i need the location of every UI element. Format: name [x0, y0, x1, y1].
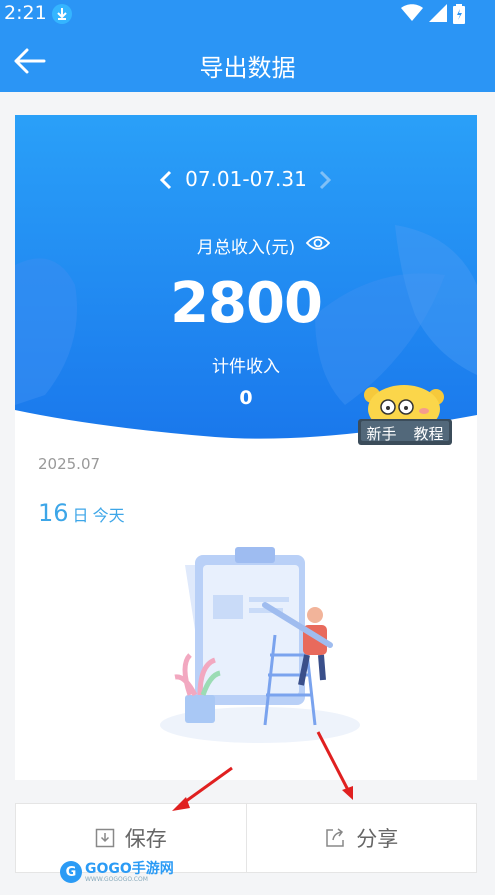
share-icon — [326, 828, 344, 847]
status-bar: 2:21 — [0, 0, 495, 30]
piecework-label: 计件收入 — [212, 357, 280, 377]
watermark: G GOGO手游网 WWW.GOGOGO.COM — [60, 861, 174, 883]
month-income-label: 月总收入(元) — [196, 238, 296, 258]
export-card: 07.01-07.31 月总收入(元) 2800 计件收入 0 新手 教程 20… — [15, 115, 477, 780]
day-unit: 日 — [72, 506, 89, 525]
wifi-icon — [401, 4, 423, 21]
day-row: 16 日今天 — [38, 499, 125, 527]
day-number: 16 — [38, 499, 69, 527]
tutorial-left-label: 新手 — [366, 425, 397, 443]
record-date: 2025.07 — [38, 455, 101, 473]
eye-icon[interactable] — [306, 235, 330, 251]
watermark-logo-icon: G — [60, 861, 82, 883]
save-label: 保存 — [124, 827, 167, 851]
tutorial-badge[interactable]: 新手 教程 — [358, 383, 454, 445]
watermark-brand: GOGO手游网 — [85, 860, 174, 877]
page-title: 导出数据 — [199, 54, 296, 82]
save-icon — [95, 828, 114, 848]
summary-hero: 07.01-07.31 月总收入(元) 2800 计件收入 0 新手 教程 — [15, 115, 477, 450]
period-range: 07.01-07.31 — [185, 167, 307, 191]
today-label: 今天 — [92, 506, 125, 525]
month-income-value: 2800 — [170, 271, 323, 336]
battery-icon — [453, 4, 465, 24]
app-header: 2:21 导出数据 — [0, 0, 495, 92]
share-button[interactable]: 分享 — [247, 804, 477, 872]
signal-icon — [429, 4, 447, 22]
status-time: 2:21 — [4, 2, 47, 24]
share-label: 分享 — [356, 827, 399, 851]
download-icon — [52, 4, 72, 24]
watermark-url: WWW.GOGOGO.COM — [85, 875, 148, 883]
empty-state-illustration — [160, 547, 360, 743]
nav-bar: 导出数据 — [0, 30, 495, 92]
chevron-right-icon[interactable] — [317, 170, 333, 190]
tutorial-right-label: 教程 — [413, 425, 444, 443]
